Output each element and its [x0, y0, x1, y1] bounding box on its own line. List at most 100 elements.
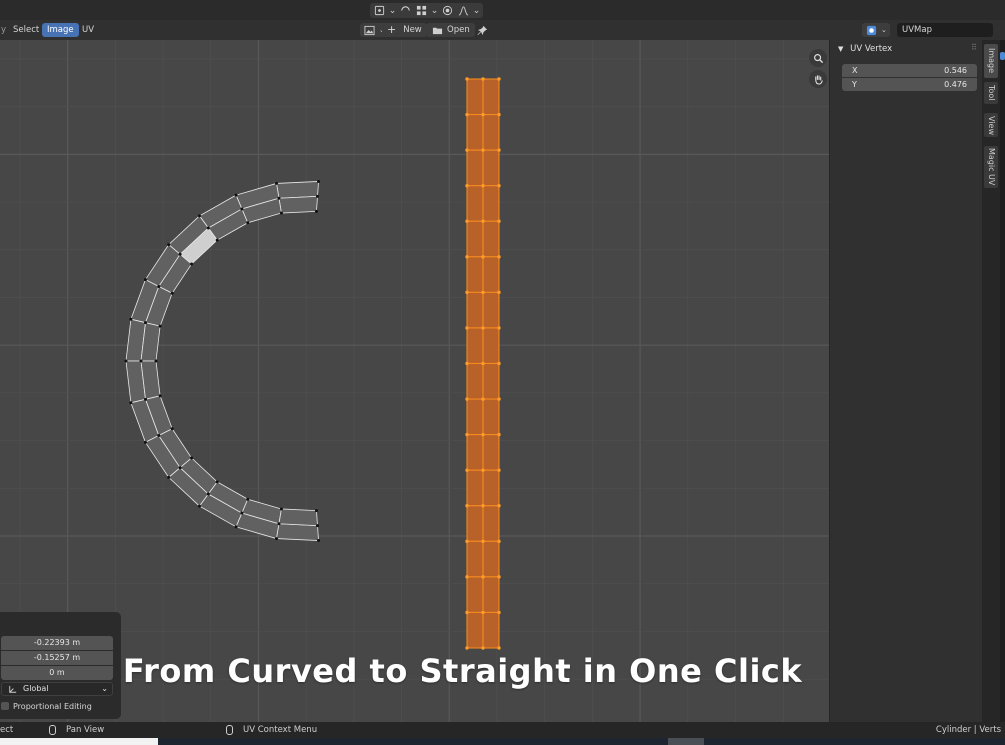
straight-uv-vertex	[497, 219, 501, 223]
straight-uv-vertex	[481, 361, 485, 366]
straight-uv-vertex	[481, 77, 485, 81]
zoom-icon[interactable]	[809, 49, 827, 67]
straight-uv-face	[482, 149, 500, 187]
uv-vertex	[190, 262, 194, 266]
proportional-group[interactable]: ⌄	[438, 3, 483, 18]
straight-uv-face	[482, 469, 500, 507]
tab-image[interactable]: Image	[984, 44, 998, 78]
straight-uv-vertex	[481, 326, 485, 330]
uv-map-browse-button[interactable]: ⌄	[862, 23, 890, 37]
straight-uv-face	[482, 185, 500, 222]
checkbox-icon	[1, 702, 9, 710]
uv-vertex	[234, 193, 238, 197]
straight-uv-vertex	[481, 646, 485, 650]
uv-vertex	[167, 475, 171, 479]
straight-uv-face	[482, 78, 500, 116]
status-scene-info: Cylinder | Verts	[935, 725, 1001, 735]
uv-canvas[interactable]	[0, 40, 829, 722]
offset-x-field[interactable]: -0.22393 m	[1, 636, 113, 650]
proportional-editing-icon[interactable]	[441, 4, 454, 17]
pivot-point-icon[interactable]	[373, 4, 386, 17]
straight-uv-face	[482, 362, 500, 400]
status-bar: ect Pan View UV Context Menu Cylinder | …	[0, 722, 1005, 738]
pan-hand-icon[interactable]	[809, 70, 827, 88]
menu-uv[interactable]: UV	[77, 23, 99, 37]
uv-vertex	[240, 207, 244, 211]
straight-uv-face	[482, 505, 500, 542]
uv-vertex	[317, 539, 321, 543]
plus-icon: +	[387, 23, 397, 36]
uv-vertex	[154, 359, 158, 363]
tab-magic-uv[interactable]: Magic UV	[984, 146, 998, 188]
straight-uv-vertex	[481, 148, 485, 152]
pin-icon[interactable]	[476, 24, 489, 37]
uv-map-name-field[interactable]: UVMap	[897, 23, 993, 37]
straight-uv-face	[466, 576, 484, 613]
uv-face	[278, 508, 318, 527]
x-value: 0.546	[944, 66, 967, 75]
proportional-editing-checkbox[interactable]: Proportional Editing	[1, 700, 92, 712]
straight-uv-face	[466, 611, 484, 649]
chevron-down-icon[interactable]: ⌄	[389, 4, 397, 17]
uv-vertex	[277, 522, 281, 526]
snap-icon[interactable]	[399, 4, 412, 17]
taskbar-app-button[interactable]	[668, 738, 704, 745]
straight-uv-vertex	[465, 504, 469, 508]
chevron-down-icon[interactable]: ⌄	[431, 4, 439, 17]
curved-uv-island[interactable]	[124, 179, 321, 543]
tab-view[interactable]: View	[984, 113, 998, 137]
straight-uv-vertex	[465, 255, 469, 259]
uv-face	[276, 181, 319, 199]
uv-vertex	[197, 504, 201, 508]
straight-uv-face	[482, 114, 500, 151]
straight-uv-face	[466, 114, 484, 151]
uv-editor-viewport[interactable]	[0, 40, 829, 722]
taskbar-search-box[interactable]	[0, 738, 158, 745]
straight-uv-vertex	[497, 361, 501, 366]
adjacent-window-marker	[1000, 52, 1005, 60]
straight-uv-vertex	[497, 575, 501, 579]
context-menu-label: UV Context Menu	[243, 725, 318, 735]
menu-image[interactable]: Image	[42, 23, 79, 37]
straight-uv-vertex	[481, 183, 485, 188]
status-select-fragment: ect	[0, 725, 14, 735]
uv-face	[276, 523, 319, 541]
straight-uv-vertex	[497, 504, 501, 508]
snap-group[interactable]: ⌄	[396, 3, 441, 18]
snap-increment-icon[interactable]	[415, 4, 428, 17]
straight-uv-face	[466, 469, 484, 507]
straight-uv-vertex	[481, 504, 485, 508]
menu-select[interactable]: Select	[8, 23, 44, 37]
new-image-button[interactable]: + New	[382, 23, 427, 37]
uv-vertex	[190, 456, 194, 460]
uv-vertex	[158, 394, 162, 398]
straight-uv-face	[482, 256, 500, 293]
uv-vertex-x-field[interactable]: X 0.546	[842, 64, 977, 77]
straight-uv-face	[466, 398, 484, 436]
straight-uv-vertex	[497, 255, 501, 259]
pivot-snap-group[interactable]: ⌄	[370, 3, 399, 18]
falloff-curve-icon[interactable]	[457, 4, 470, 17]
chevron-down-icon: ▼	[838, 45, 844, 53]
uv-vertex	[170, 291, 174, 295]
straight-uv-vertex	[481, 575, 485, 579]
uv-grid	[0, 40, 829, 722]
uv-vertex-panel-header[interactable]: ▼ UV Vertex	[838, 44, 892, 54]
straight-uv-face	[482, 611, 500, 649]
uv-vertex	[158, 324, 162, 328]
chevron-down-icon[interactable]: ⌄	[473, 4, 481, 17]
straight-uv-face	[466, 362, 484, 400]
uv-vertex	[178, 466, 182, 470]
uv-vertex	[246, 497, 250, 501]
tab-tool[interactable]: Tool	[984, 82, 998, 104]
uv-vertex-y-field[interactable]: Y 0.476	[842, 78, 977, 91]
straight-uv-island[interactable]	[465, 77, 501, 650]
straight-uv-vertex	[465, 575, 469, 579]
uv-vertex	[144, 321, 148, 325]
straight-uv-vertex	[465, 539, 469, 544]
straight-uv-vertex	[497, 183, 501, 188]
straight-uv-vertex	[465, 361, 469, 366]
open-image-button[interactable]: Open	[426, 23, 475, 37]
panel-drag-handle-icon[interactable]: ⠿	[971, 43, 977, 52]
straight-uv-face	[466, 540, 484, 578]
